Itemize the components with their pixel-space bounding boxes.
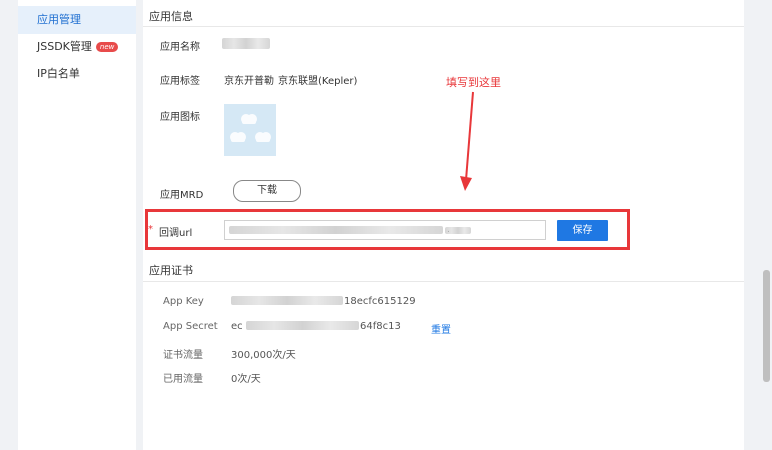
app-name-value-redacted: [222, 38, 270, 49]
annotation-text: 填写到这里: [446, 76, 501, 89]
sidebar-item-app-management[interactable]: 应用管理: [18, 6, 136, 34]
app-secret-value-prefix: ec: [231, 321, 243, 332]
app-icon-placeholder: [224, 104, 276, 156]
save-button[interactable]: 保存: [557, 220, 608, 241]
section-title-app-info: 应用信息: [149, 10, 193, 23]
sidebar-item-label: IP白名单: [37, 67, 80, 80]
sidebar-item-label: 应用管理: [37, 13, 81, 26]
callback-url-input[interactable]: .: [224, 220, 546, 240]
divider: [143, 26, 744, 27]
app-secret-redacted: [246, 321, 359, 330]
arrow-down-icon: [460, 91, 474, 191]
cert-quota-label: 证书流量: [163, 350, 203, 361]
used-quota-value: 0次/天: [231, 374, 261, 385]
cert-quota-value: 300,000次/天: [231, 350, 296, 361]
app-key-value: 18ecfc615129: [344, 296, 416, 307]
divider: [143, 281, 744, 282]
callback-url-label: 回调url: [159, 228, 193, 239]
cloud-icon: [230, 114, 271, 142]
scrollbar-thumb[interactable]: [763, 270, 770, 382]
app-secret-label: App Secret: [163, 321, 218, 332]
app-tag: 京东联盟(Kepler): [278, 76, 358, 87]
sidebar-item-label: JSSDK管理: [37, 40, 92, 53]
app-mrd-label: 应用MRD: [160, 190, 204, 201]
sidebar-item-ip-whitelist[interactable]: IP白名单: [18, 60, 136, 88]
reset-secret-link[interactable]: 重置: [431, 321, 451, 336]
app-key-redacted: [231, 296, 343, 305]
app-tags-label: 应用标签: [160, 76, 200, 87]
new-badge: new: [95, 42, 119, 52]
callback-url-value-redacted: [229, 226, 443, 234]
app-key-label: App Key: [163, 296, 204, 307]
app-secret-value-suffix: 64f8c13: [360, 321, 401, 332]
callback-url-visible-text: .: [447, 225, 450, 235]
sidebar-item-jssdk[interactable]: JSSDK管理 new: [18, 33, 136, 61]
download-button[interactable]: 下载: [233, 180, 301, 202]
required-marker: *: [148, 224, 153, 235]
app-tag: 京东开普勒: [224, 76, 274, 87]
sidebar: 应用管理 JSSDK管理 new IP白名单: [18, 0, 136, 450]
section-title-app-cert: 应用证书: [149, 264, 193, 277]
app-name-label: 应用名称: [160, 42, 200, 53]
used-quota-label: 已用流量: [163, 374, 203, 385]
app-icon-label: 应用图标: [160, 112, 200, 123]
